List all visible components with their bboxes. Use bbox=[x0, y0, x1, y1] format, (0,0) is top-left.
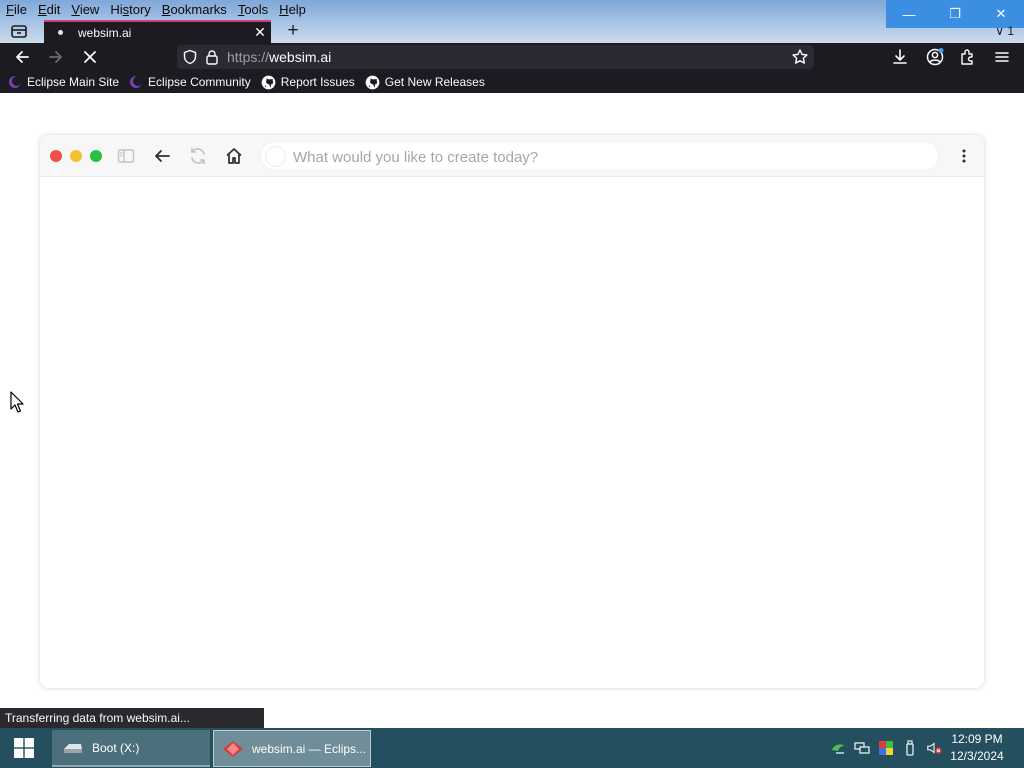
taskbar-item-label: Boot (X:) bbox=[92, 740, 140, 755]
taskbar: Boot (X:) websim.ai — Eclips... 12:09 PM… bbox=[0, 728, 1024, 768]
address-bar[interactable]: https://websim.ai bbox=[177, 45, 814, 69]
eclipse-icon bbox=[9, 76, 22, 88]
browser-icon bbox=[223, 740, 243, 757]
menu-file[interactable]: File bbox=[6, 0, 27, 20]
back-arrow-icon bbox=[155, 150, 170, 162]
tab-list-button[interactable] bbox=[8, 21, 30, 41]
url-text[interactable]: https://websim.ai bbox=[227, 49, 331, 65]
taskbar-item-browser[interactable]: websim.ai — Eclips... bbox=[213, 730, 371, 767]
lock-icon[interactable] bbox=[204, 49, 220, 65]
home-icon bbox=[226, 148, 242, 164]
eclipse-icon bbox=[130, 76, 144, 88]
drive-icon bbox=[64, 743, 82, 753]
start-button[interactable] bbox=[0, 728, 48, 768]
restore-button[interactable]: ❐ bbox=[932, 0, 978, 28]
prompt-status-icon bbox=[265, 146, 286, 167]
minimize-dot[interactable] bbox=[70, 150, 82, 162]
url-host: websim.ai bbox=[269, 49, 332, 65]
clock-time: 12:09 PM bbox=[951, 732, 1003, 746]
taskbar-item-label: websim.ai — Eclips... bbox=[252, 741, 367, 756]
status-text: Transferring data from websim.ai... bbox=[0, 708, 264, 728]
websim-more-button[interactable] bbox=[953, 145, 975, 167]
github-icon bbox=[365, 75, 380, 89]
taskbar-item-boot-drive[interactable]: Boot (X:) bbox=[52, 730, 210, 767]
bookmark-report-issues[interactable]: Report Issues bbox=[261, 75, 355, 90]
volume-muted-icon[interactable] bbox=[926, 740, 942, 756]
download-icon bbox=[893, 49, 907, 64]
sidebar-icon bbox=[117, 149, 135, 163]
app-menu-button[interactable] bbox=[991, 46, 1013, 68]
tab-loading-icon bbox=[58, 30, 63, 35]
bookmark-eclipse-community[interactable]: Eclipse Community bbox=[129, 75, 251, 89]
shield-icon[interactable] bbox=[182, 49, 198, 65]
firefox-view-icon bbox=[11, 25, 27, 38]
websim-back-button[interactable] bbox=[151, 145, 173, 167]
bookmark-label: Eclipse Community bbox=[148, 75, 251, 89]
stop-icon bbox=[84, 51, 96, 63]
hamburger-menu-icon bbox=[995, 52, 1009, 62]
minimize-button[interactable]: — bbox=[886, 0, 932, 28]
system-tray bbox=[830, 728, 950, 768]
close-dot[interactable] bbox=[50, 150, 62, 162]
puzzle-piece-icon bbox=[961, 49, 973, 65]
refresh-icon bbox=[191, 147, 205, 165]
bookmark-label: Get New Releases bbox=[384, 75, 485, 89]
stop-button[interactable] bbox=[79, 46, 101, 68]
websim-home-button[interactable] bbox=[223, 145, 245, 167]
forward-arrow-icon bbox=[49, 51, 62, 63]
account-button[interactable] bbox=[924, 46, 946, 68]
tab-overflow-button[interactable]: ∨ 1 bbox=[995, 24, 1014, 38]
color-settings-icon[interactable] bbox=[878, 740, 894, 756]
new-tab-button[interactable]: + bbox=[283, 21, 303, 41]
websim-reload-button[interactable] bbox=[187, 145, 209, 167]
menu-tools[interactable]: Tools bbox=[238, 0, 268, 20]
github-icon bbox=[261, 75, 276, 89]
websim-browser-frame bbox=[40, 135, 984, 688]
tab-websim[interactable]: websim.ai ✕ bbox=[44, 20, 271, 43]
page-content bbox=[0, 93, 1024, 728]
url-scheme: https:// bbox=[227, 49, 270, 65]
menu-view[interactable]: View bbox=[71, 0, 99, 20]
usb-drive-icon[interactable] bbox=[902, 740, 918, 756]
account-icon bbox=[926, 48, 944, 66]
clock-date: 12/3/2024 bbox=[950, 749, 1004, 763]
tab-title: websim.ai bbox=[78, 25, 132, 40]
bookmark-star-icon[interactable] bbox=[791, 48, 809, 66]
bookmark-label: Report Issues bbox=[280, 75, 355, 89]
websim-toolbar bbox=[40, 135, 984, 177]
taskbar-clock[interactable]: 12:09 PM 12/3/2024 bbox=[942, 731, 1012, 765]
more-vertical-icon bbox=[962, 149, 966, 163]
tab-close-icon[interactable]: ✕ bbox=[249, 24, 271, 41]
prompt-input[interactable] bbox=[293, 147, 893, 167]
menu-edit[interactable]: Edit bbox=[38, 0, 60, 20]
bookmark-get-new-releases[interactable]: Get New Releases bbox=[365, 75, 485, 90]
windows-logo-icon bbox=[14, 738, 34, 758]
back-button[interactable] bbox=[11, 46, 33, 68]
bookmark-label: Eclipse Main Site bbox=[27, 75, 120, 89]
forward-button[interactable] bbox=[45, 46, 67, 68]
mouse-cursor-icon bbox=[10, 391, 24, 413]
network-icon[interactable] bbox=[854, 740, 870, 756]
network-share-icon[interactable] bbox=[830, 740, 846, 756]
menu-help[interactable]: Help bbox=[279, 0, 306, 20]
bookmark-eclipse-main-site[interactable]: Eclipse Main Site bbox=[8, 75, 119, 89]
prompt-box[interactable] bbox=[260, 141, 939, 171]
menu-bookmarks[interactable]: Bookmarks bbox=[162, 0, 227, 20]
title-bar: File Edit View History Bookmarks Tools H… bbox=[0, 0, 1024, 43]
maximize-dot[interactable] bbox=[90, 150, 102, 162]
sidebar-toggle-button[interactable] bbox=[115, 145, 137, 167]
menu-history[interactable]: History bbox=[110, 0, 150, 20]
extensions-button[interactable] bbox=[957, 46, 979, 68]
back-arrow-icon bbox=[16, 51, 29, 63]
bookmarks-toolbar: Eclipse Main Site Eclipse Community Repo… bbox=[0, 71, 1024, 93]
menu-bar: File Edit View History Bookmarks Tools H… bbox=[0, 0, 311, 20]
downloads-button[interactable] bbox=[889, 46, 911, 68]
navigation-toolbar: https://websim.ai bbox=[0, 43, 1024, 71]
